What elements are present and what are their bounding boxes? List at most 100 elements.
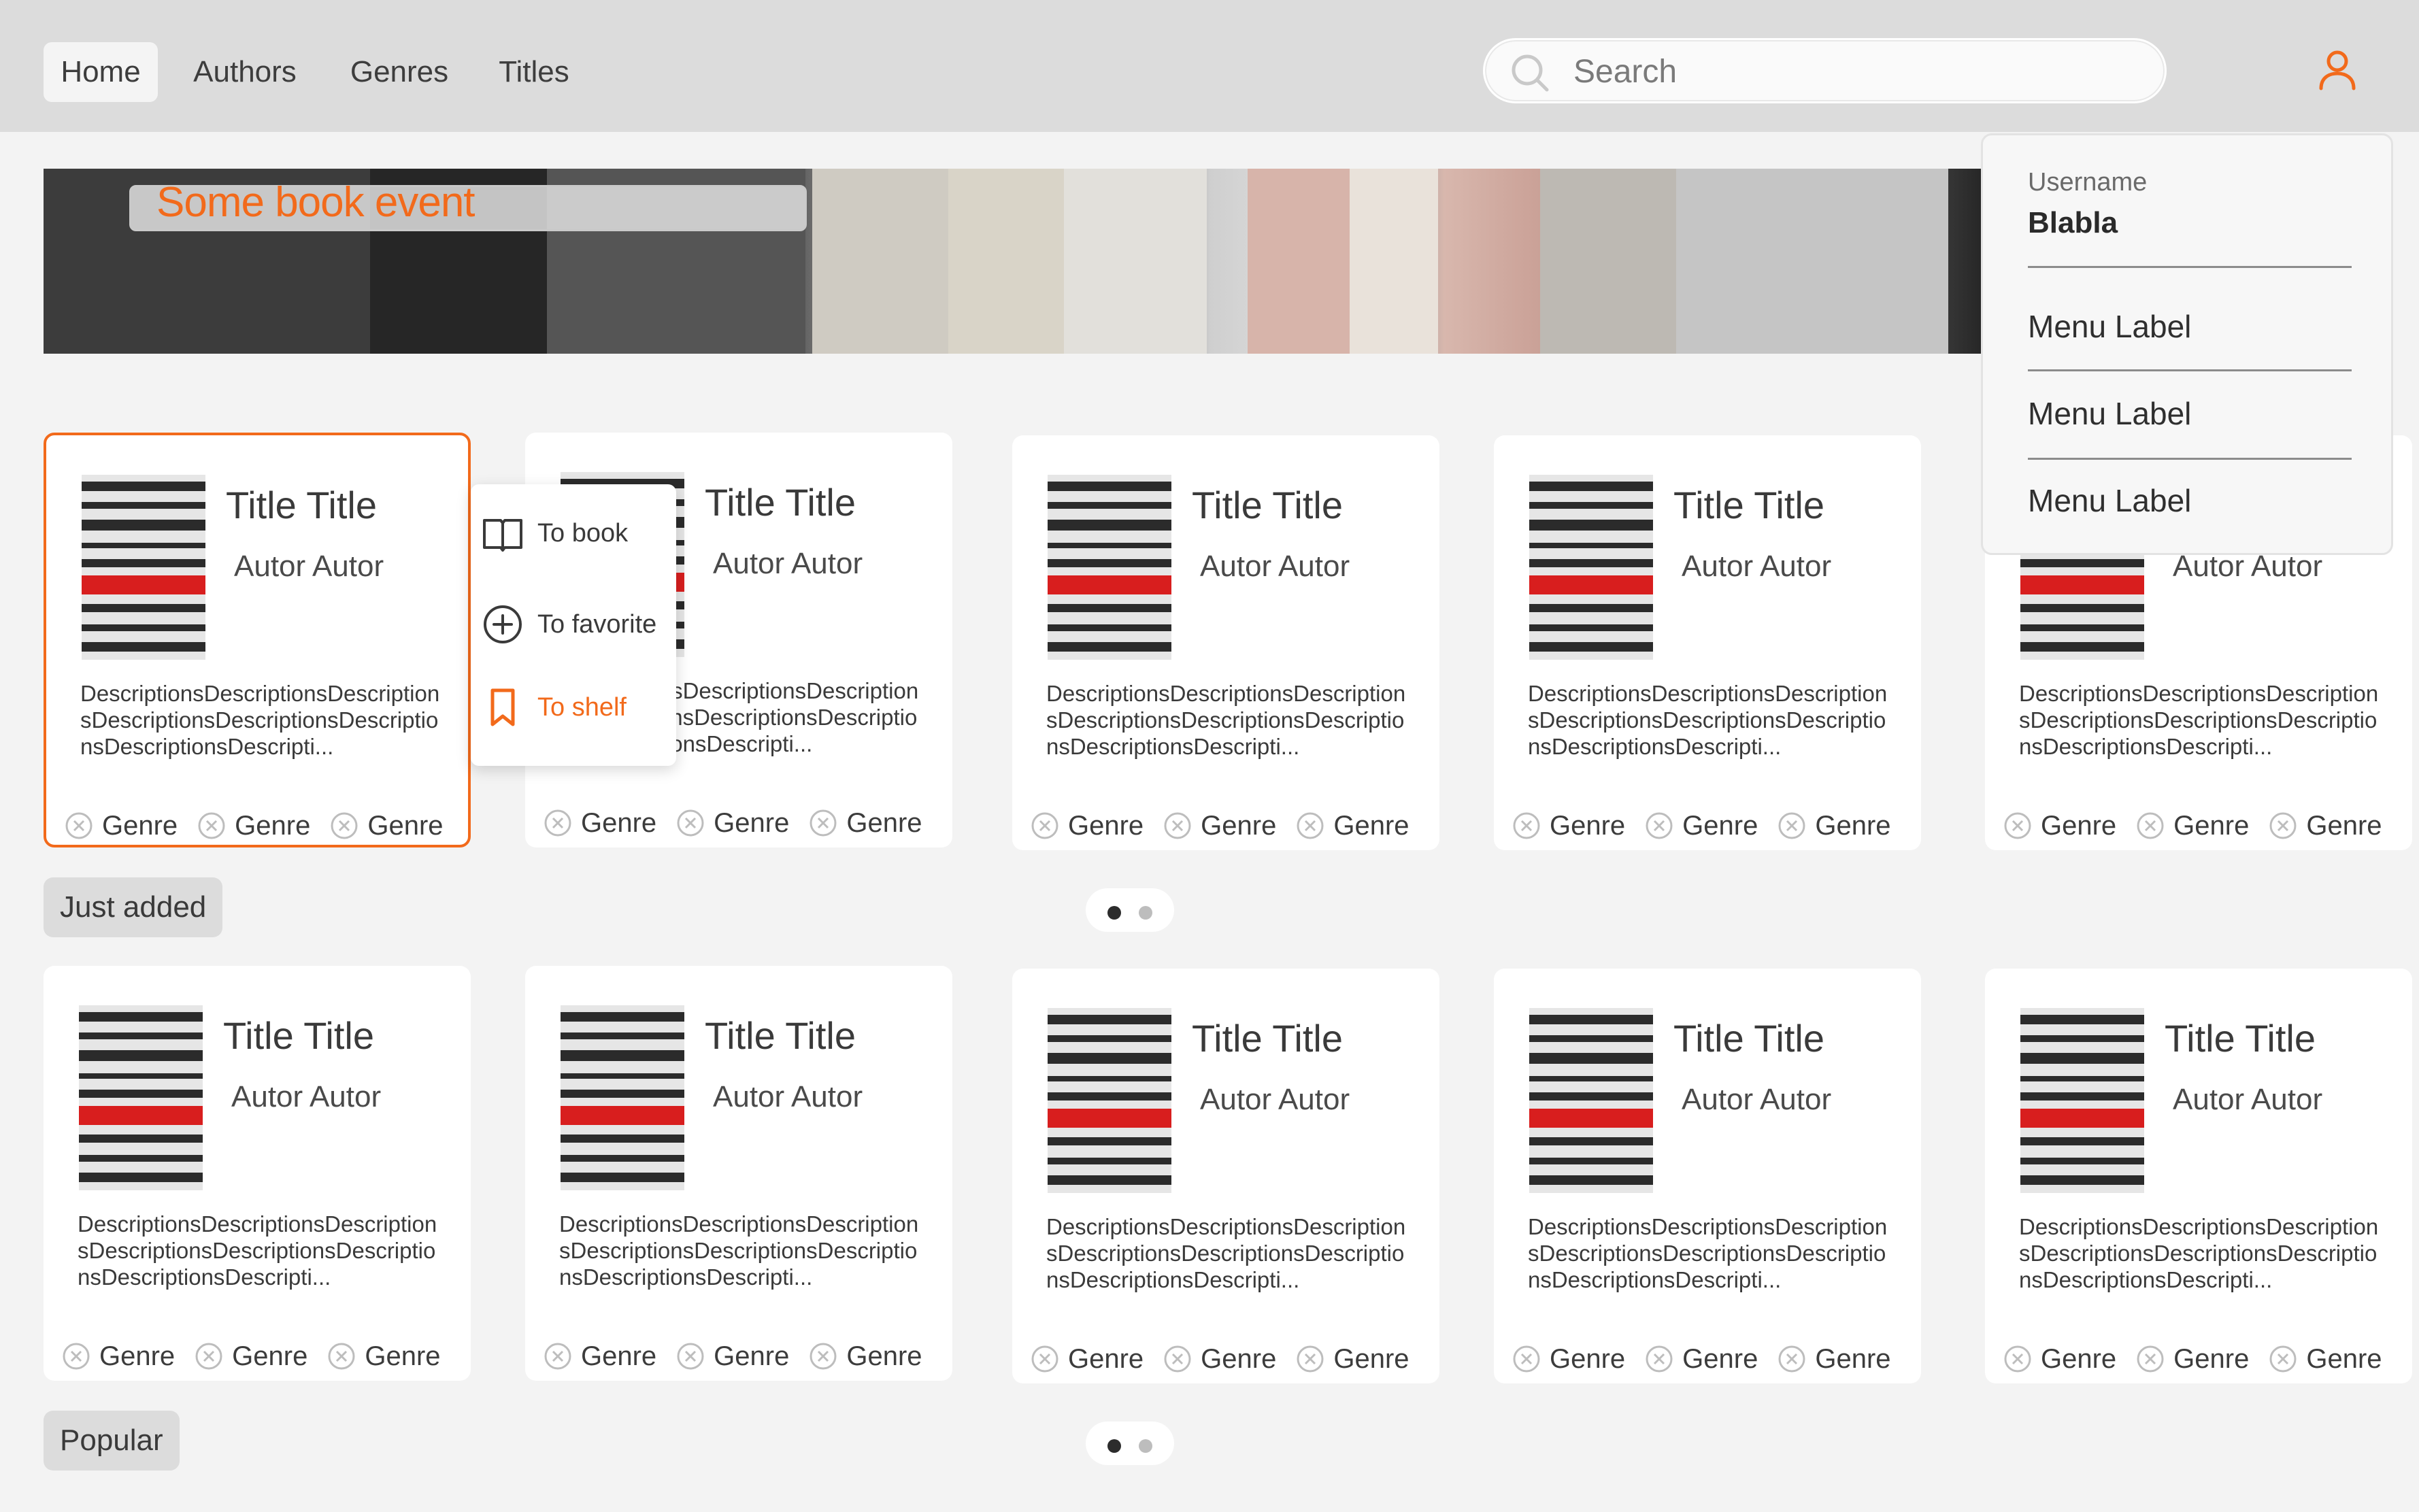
genre-chip[interactable]: Genre [1644, 811, 1758, 841]
genre-chip[interactable]: Genre [675, 1341, 789, 1371]
close-circle-icon[interactable] [808, 1341, 838, 1371]
book-author[interactable]: Autor Autor [231, 1080, 381, 1114]
genre-chip[interactable]: Genre [194, 1341, 307, 1371]
close-circle-icon[interactable] [1777, 811, 1807, 841]
close-circle-icon[interactable] [543, 1341, 573, 1371]
close-circle-icon[interactable] [2268, 1344, 2298, 1374]
genre-chip[interactable]: Genre [197, 811, 310, 841]
book-author[interactable]: Autor Autor [2173, 1083, 2322, 1117]
genre-chip[interactable]: Genre [1512, 811, 1625, 841]
book-author[interactable]: Autor Autor [1682, 1083, 1831, 1117]
banner-title[interactable]: Some book event [156, 178, 476, 226]
genre-chip[interactable]: Genre [2135, 811, 2249, 841]
close-circle-icon[interactable] [197, 811, 227, 841]
book-title[interactable]: Title Title [1192, 1016, 1343, 1060]
close-circle-icon[interactable] [2003, 1344, 2033, 1374]
genre-chip[interactable]: Genre [2268, 811, 2382, 841]
book-title[interactable]: Title Title [223, 1013, 374, 1058]
genre-chip[interactable]: Genre [327, 1341, 441, 1371]
genre-chip[interactable]: Genre [808, 808, 922, 838]
genre-chip[interactable]: Genre [64, 811, 178, 841]
book-title[interactable]: Title Title [226, 483, 377, 527]
close-circle-icon[interactable] [808, 808, 838, 838]
genre-chip[interactable]: Genre [1163, 1344, 1276, 1374]
close-circle-icon[interactable] [327, 1341, 356, 1371]
nav-home[interactable]: Home [44, 42, 158, 102]
book-author[interactable]: Autor Autor [713, 547, 863, 581]
book-title[interactable]: Title Title [1673, 1016, 1824, 1060]
pagination-dot[interactable] [1139, 906, 1152, 920]
book-title[interactable]: Title Title [705, 480, 856, 524]
genre-chip[interactable]: Genre [329, 811, 444, 841]
genre-chip[interactable]: Genre [1030, 811, 1144, 841]
user-icon[interactable] [2316, 48, 2359, 91]
book-cover[interactable] [1529, 475, 1653, 660]
book-card[interactable]: Title Title Autor Autor DescriptionsDescri… [44, 966, 471, 1381]
nav-authors[interactable]: Authors [177, 42, 313, 102]
close-circle-icon[interactable] [1644, 811, 1674, 841]
close-circle-icon[interactable] [1163, 811, 1192, 841]
genre-chip[interactable]: Genre [1644, 1344, 1758, 1374]
genre-chip[interactable]: Genre [2135, 1344, 2249, 1374]
book-title[interactable]: Title Title [1673, 483, 1824, 527]
pagination-dot[interactable] [1139, 1439, 1152, 1453]
book-card[interactable]: Title Title Autor Autor DescriptionsDescri… [1494, 435, 1921, 850]
pagination-dot-active[interactable] [1107, 906, 1121, 920]
book-author[interactable]: Autor Autor [1200, 550, 1350, 584]
close-circle-icon[interactable] [64, 811, 94, 841]
book-card[interactable]: Title Title Autor Autor DescriptionsDescri… [1494, 969, 1921, 1383]
book-title[interactable]: Title Title [1192, 483, 1343, 527]
genre-chip[interactable]: Genre [1777, 811, 1891, 841]
genre-chip[interactable]: Genre [2268, 1344, 2382, 1374]
book-title[interactable]: Title Title [705, 1013, 856, 1058]
genre-chip[interactable]: Genre [808, 1341, 922, 1371]
book-cover[interactable] [82, 475, 205, 660]
book-card[interactable]: Title Title Autor Autor DescriptionsDescri… [1012, 969, 1439, 1383]
close-circle-icon[interactable] [1030, 1344, 1060, 1374]
book-author[interactable]: Autor Autor [234, 550, 384, 584]
close-circle-icon[interactable] [1163, 1344, 1192, 1374]
genre-chip[interactable]: Genre [543, 808, 656, 838]
close-circle-icon[interactable] [2135, 1344, 2165, 1374]
close-circle-icon[interactable] [675, 808, 705, 838]
book-cover[interactable] [1529, 1008, 1653, 1193]
book-card[interactable]: Title Title Autor Autor DescriptionsDescri… [1012, 435, 1439, 850]
search-input[interactable] [1573, 50, 2145, 93]
genre-chip[interactable]: Genre [543, 1341, 656, 1371]
close-circle-icon[interactable] [2268, 811, 2298, 841]
book-author[interactable]: Autor Autor [1682, 550, 1831, 584]
genre-chip[interactable]: Genre [1512, 1344, 1625, 1374]
nav-genres[interactable]: Genres [336, 42, 463, 102]
user-menu-item[interactable]: Menu Label [2028, 308, 2191, 345]
book-title[interactable]: Title Title [2165, 1016, 2316, 1060]
close-circle-icon[interactable] [543, 808, 573, 838]
close-circle-icon[interactable] [1777, 1344, 1807, 1374]
genre-chip[interactable]: Genre [61, 1341, 175, 1371]
book-cover[interactable] [2020, 1008, 2144, 1193]
book-cover[interactable] [1048, 1008, 1171, 1193]
book-cover[interactable] [79, 1005, 203, 1190]
nav-titles[interactable]: Titles [484, 42, 584, 102]
user-menu-item[interactable]: Menu Label [2028, 395, 2191, 432]
book-card[interactable]: Title Title Autor Autor DescriptionsDescri… [44, 433, 471, 847]
genre-chip[interactable]: Genre [1295, 1344, 1409, 1374]
genre-chip[interactable]: Genre [1777, 1344, 1891, 1374]
book-author[interactable]: Autor Autor [713, 1080, 863, 1114]
genre-chip[interactable]: Genre [2003, 1344, 2116, 1374]
genre-chip[interactable]: Genre [675, 808, 789, 838]
close-circle-icon[interactable] [2135, 811, 2165, 841]
close-circle-icon[interactable] [1512, 1344, 1541, 1374]
close-circle-icon[interactable] [2003, 811, 2033, 841]
user-menu-item[interactable]: Menu Label [2028, 482, 2191, 519]
close-circle-icon[interactable] [61, 1341, 91, 1371]
close-circle-icon[interactable] [194, 1341, 224, 1371]
close-circle-icon[interactable] [1030, 811, 1060, 841]
book-cover[interactable] [1048, 475, 1171, 660]
genre-chip[interactable]: Genre [1295, 811, 1409, 841]
book-cover[interactable] [561, 1005, 684, 1190]
close-circle-icon[interactable] [675, 1341, 705, 1371]
close-circle-icon[interactable] [1644, 1344, 1674, 1374]
genre-chip[interactable]: Genre [2003, 811, 2116, 841]
book-card[interactable]: Title Title Autor Autor DescriptionsDescri… [525, 966, 952, 1381]
pagination-dot-active[interactable] [1107, 1439, 1121, 1453]
